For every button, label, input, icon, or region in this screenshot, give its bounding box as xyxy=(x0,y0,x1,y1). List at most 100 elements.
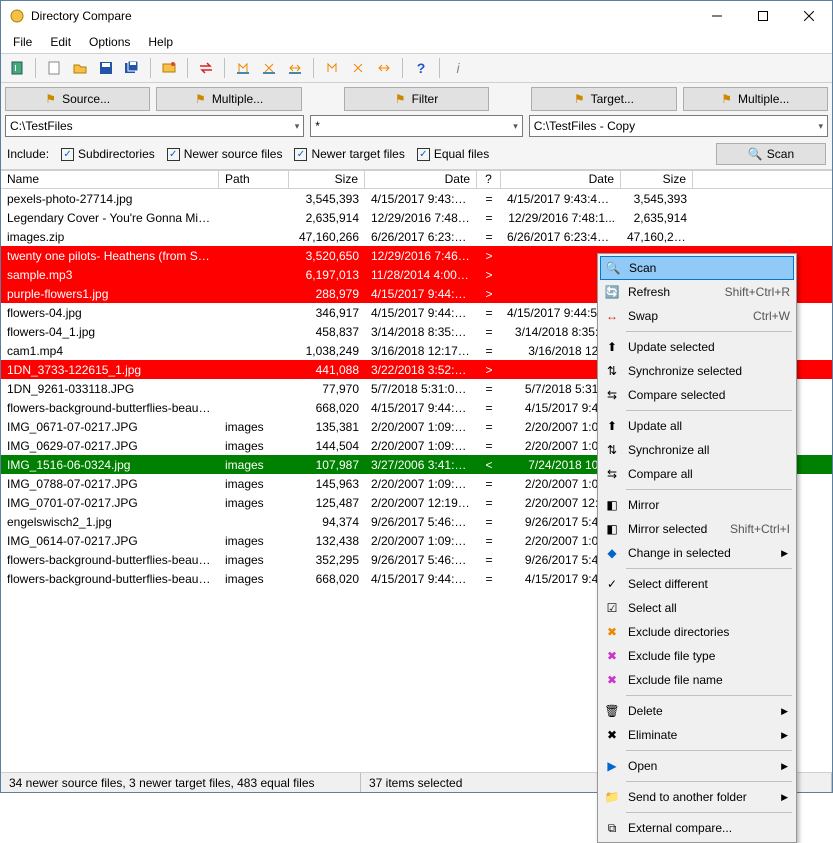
titlebar: Directory Compare xyxy=(1,1,832,31)
cell-name: IMG_0629-07-0217.JPG xyxy=(1,439,219,453)
ctx-external-compare-[interactable]: ⧉External compare... xyxy=(600,816,794,840)
ctx-open[interactable]: ▶Open▶ xyxy=(600,754,794,778)
tool-new-icon[interactable] xyxy=(42,56,66,80)
multiple-source-button[interactable]: ⚑Multiple... xyxy=(156,87,301,111)
ctx-select-all[interactable]: ☑Select all xyxy=(600,596,794,620)
ctx-synchronize-selected[interactable]: ⇅Synchronize selected xyxy=(600,359,794,383)
newer-target-checkbox[interactable]: ✓Newer target files xyxy=(294,147,404,161)
cell-compare: = xyxy=(477,534,501,548)
ctx-label: Refresh xyxy=(628,285,717,299)
filter-combo[interactable]: *▾ xyxy=(310,115,522,137)
window-title: Directory Compare xyxy=(31,9,694,23)
ctx-eliminate[interactable]: ✖Eliminate▶ xyxy=(600,723,794,747)
multiple-target-button[interactable]: ⚑Multiple... xyxy=(683,87,828,111)
ctx-swap[interactable]: ↔SwapCtrl+W xyxy=(600,304,794,328)
tool-open-icon[interactable] xyxy=(68,56,92,80)
tool-exit-icon[interactable] xyxy=(5,56,29,80)
cell-compare: > xyxy=(477,268,501,282)
filter-button[interactable]: ⚑Filter xyxy=(344,87,489,111)
ctx-compare-all[interactable]: ⇆Compare all xyxy=(600,462,794,486)
ctx-label: Eliminate xyxy=(628,728,790,742)
tool-compare-sel-icon[interactable] xyxy=(283,56,307,80)
source-path-combo[interactable]: C:\TestFiles▾ xyxy=(5,115,304,137)
toolbar: ? i xyxy=(1,53,832,83)
ctx-refresh[interactable]: 🔄RefreshShift+Ctrl+R xyxy=(600,280,794,304)
ctx-label: Select all xyxy=(628,601,790,615)
tool-sync-all-icon[interactable] xyxy=(346,56,370,80)
tool-about-icon[interactable]: i xyxy=(446,56,470,80)
ctx-label: Exclude file type xyxy=(628,649,790,663)
tool-options-icon[interactable] xyxy=(157,56,181,80)
minimize-button[interactable] xyxy=(694,1,740,31)
target-button[interactable]: ⚑Target... xyxy=(531,87,676,111)
ctx-scan[interactable]: 🔍Scan xyxy=(600,256,794,280)
tool-help-icon[interactable]: ? xyxy=(409,56,433,80)
col-date[interactable]: Date xyxy=(365,171,477,188)
col-date2[interactable]: Date xyxy=(501,171,621,188)
cell-compare: = xyxy=(477,325,501,339)
newer-source-checkbox[interactable]: ✓Newer source files xyxy=(167,147,283,161)
cell-name: flowers-background-butterflies-beautiful… xyxy=(1,401,219,415)
table-row[interactable]: Legendary Cover - You're Gonna Miss Me .… xyxy=(1,208,832,227)
maximize-button[interactable] xyxy=(740,1,786,31)
cell-date: 4/15/2017 9:44:44 ... xyxy=(365,287,477,301)
ctx-update-selected[interactable]: ⬆Update selected xyxy=(600,335,794,359)
chevron-down-icon: ▾ xyxy=(818,121,823,132)
cell-date: 2/20/2007 1:09:11 ... xyxy=(365,439,477,453)
ctx-update-all[interactable]: ⬆Update all xyxy=(600,414,794,438)
cell-date: 9/26/2017 5:46:33 ... xyxy=(365,553,477,567)
scan-button[interactable]: 🔍Scan xyxy=(716,143,826,165)
cell-path: images xyxy=(219,420,289,434)
tool-save-icon[interactable] xyxy=(94,56,118,80)
ctx-mirror-selected[interactable]: ◧Mirror selectedShift+Ctrl+I xyxy=(600,517,794,541)
cell-compare: = xyxy=(477,192,501,206)
tool-sync-sel-icon[interactable] xyxy=(257,56,281,80)
equal-files-checkbox[interactable]: ✓Equal files xyxy=(417,147,489,161)
table-row[interactable]: images.zip47,160,2666/26/2017 6:23:45 ..… xyxy=(1,227,832,246)
ctx-delete[interactable]: 🗑Delete▶ xyxy=(600,699,794,723)
ctx-exclude-file-type[interactable]: ✖ Exclude file type xyxy=(600,644,794,668)
ctx-icon: ✖ xyxy=(604,648,620,664)
menu-file[interactable]: File xyxy=(5,33,40,51)
target-path-combo[interactable]: C:\TestFiles - Copy▾ xyxy=(529,115,828,137)
cell-compare: < xyxy=(477,458,501,472)
menu-help[interactable]: Help xyxy=(140,33,181,51)
ctx-select-different[interactable]: ✓Select different xyxy=(600,572,794,596)
cell-size: 352,295 xyxy=(289,553,365,567)
ctx-change-in-selected[interactable]: ◆Change in selected▶ xyxy=(600,541,794,565)
filter-value: * xyxy=(315,119,320,133)
source-button[interactable]: ⚑Source... xyxy=(5,87,150,111)
ctx-shortcut: Ctrl+W xyxy=(753,309,790,323)
tool-update-sel-icon[interactable] xyxy=(231,56,255,80)
col-path[interactable]: Path xyxy=(219,171,289,188)
col-size[interactable]: Size xyxy=(289,171,365,188)
ctx-synchronize-all[interactable]: ⇅Synchronize all xyxy=(600,438,794,462)
table-row[interactable]: pexels-photo-27714.jpg3,545,3934/15/2017… xyxy=(1,189,832,208)
ctx-exclude-directories[interactable]: ✖Exclude directories xyxy=(600,620,794,644)
menu-options[interactable]: Options xyxy=(81,33,138,51)
tool-update-all-icon[interactable] xyxy=(320,56,344,80)
cell-size: 6,197,013 xyxy=(289,268,365,282)
ctx-label: Synchronize selected xyxy=(628,364,790,378)
col-size2[interactable]: Size xyxy=(621,171,693,188)
cell-name: flowers-background-butterflies-beautiful… xyxy=(1,572,219,586)
cell-name: flowers-background-butterflies-beautiful… xyxy=(1,553,219,567)
tool-compare-all-icon[interactable] xyxy=(372,56,396,80)
col-name[interactable]: Name xyxy=(1,171,219,188)
ctx-mirror[interactable]: ◧Mirror xyxy=(600,493,794,517)
submenu-arrow-icon: ▶ xyxy=(781,792,788,803)
close-button[interactable] xyxy=(786,1,832,31)
subdirs-checkbox[interactable]: ✓Subdirectories xyxy=(61,147,155,161)
menu-edit[interactable]: Edit xyxy=(42,33,79,51)
ctx-exclude-file-name[interactable]: ✖Exclude file name xyxy=(600,668,794,692)
cell-path: images xyxy=(219,572,289,586)
cell-date: 12/29/2016 7:46:5... xyxy=(365,249,477,263)
ctx-send-to-another-folder[interactable]: 📁Send to another folder▶ xyxy=(600,785,794,809)
cell-size: 3,520,650 xyxy=(289,249,365,263)
tool-saveall-icon[interactable] xyxy=(120,56,144,80)
ctx-compare-selected[interactable]: ⇆Compare selected xyxy=(600,383,794,407)
cell-date2: 6/26/2017 6:23:45 ... xyxy=(501,230,621,244)
menubar: File Edit Options Help xyxy=(1,31,832,53)
col-compare[interactable]: ? xyxy=(477,171,501,188)
tool-swap-icon[interactable] xyxy=(194,56,218,80)
